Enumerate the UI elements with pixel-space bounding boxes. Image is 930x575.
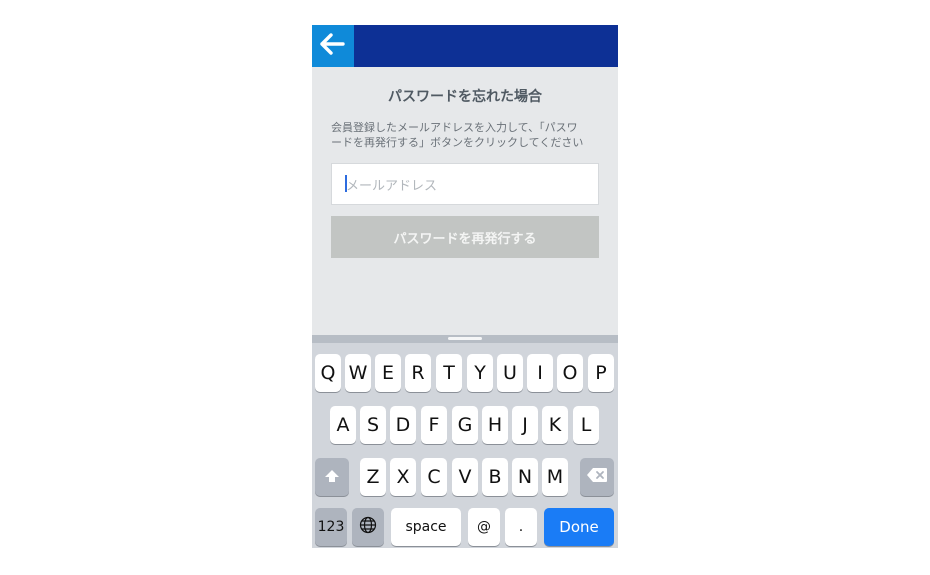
key-m[interactable]: M (542, 458, 568, 496)
key-w[interactable]: W (345, 354, 371, 392)
done-key[interactable]: Done (544, 508, 614, 546)
shift-icon (324, 466, 340, 488)
key-z[interactable]: Z (360, 458, 386, 496)
key-n[interactable]: N (512, 458, 538, 496)
at-key[interactable]: @ (468, 508, 500, 546)
shift-key[interactable] (315, 458, 349, 496)
instructions-text: 会員登録したメールアドレスを入力して、「パスワ ードを再発行する」ボタンをクリッ… (331, 120, 603, 150)
numbers-key[interactable]: 123 (315, 508, 347, 546)
key-t[interactable]: T (436, 354, 462, 392)
instructions-line-2: ードを再発行する」ボタンをクリックしてください (331, 136, 584, 149)
key-b[interactable]: B (482, 458, 508, 496)
space-key[interactable]: space (391, 508, 461, 546)
key-j[interactable]: J (512, 406, 538, 444)
keyboard: Q W E R T Y U I O P A S D F G H J K L Z … (312, 335, 618, 548)
key-f[interactable]: F (421, 406, 447, 444)
period-key[interactable]: . (505, 508, 537, 546)
page-title: パスワードを忘れた場合 (388, 89, 542, 105)
globe-key[interactable] (352, 508, 384, 546)
back-button[interactable] (312, 25, 354, 67)
key-s[interactable]: S (360, 406, 386, 444)
keyboard-top-bar (312, 335, 618, 343)
email-placeholder: メールアドレス (346, 179, 438, 194)
key-i[interactable]: I (527, 354, 553, 392)
key-a[interactable]: A (330, 406, 356, 444)
backspace-icon (586, 466, 608, 488)
instructions-line-1: 会員登録したメールアドレスを入力して、「パスワ (331, 121, 578, 134)
key-p[interactable]: P (588, 354, 614, 392)
key-l[interactable]: L (573, 406, 599, 444)
delete-key[interactable] (580, 458, 614, 496)
key-y[interactable]: Y (467, 354, 493, 392)
key-v[interactable]: V (452, 458, 478, 496)
key-k[interactable]: K (542, 406, 568, 444)
arrow-left-icon (320, 33, 346, 59)
keyboard-handle[interactable] (448, 337, 482, 340)
key-x[interactable]: X (390, 458, 416, 496)
email-field[interactable]: メールアドレス (331, 163, 599, 205)
key-d[interactable]: D (390, 406, 416, 444)
key-u[interactable]: U (497, 354, 523, 392)
key-c[interactable]: C (421, 458, 447, 496)
navigation-bar (312, 25, 618, 67)
key-o[interactable]: O (557, 354, 583, 392)
key-h[interactable]: H (482, 406, 508, 444)
key-q[interactable]: Q (315, 354, 341, 392)
phone-screen: パスワードを忘れた場合 会員登録したメールアドレスを入力して、「パスワ ードを再… (312, 25, 618, 548)
globe-icon (359, 516, 377, 539)
key-e[interactable]: E (375, 354, 401, 392)
key-g[interactable]: G (452, 406, 478, 444)
key-r[interactable]: R (405, 354, 431, 392)
reissue-password-button[interactable]: パスワードを再発行する (331, 216, 599, 258)
